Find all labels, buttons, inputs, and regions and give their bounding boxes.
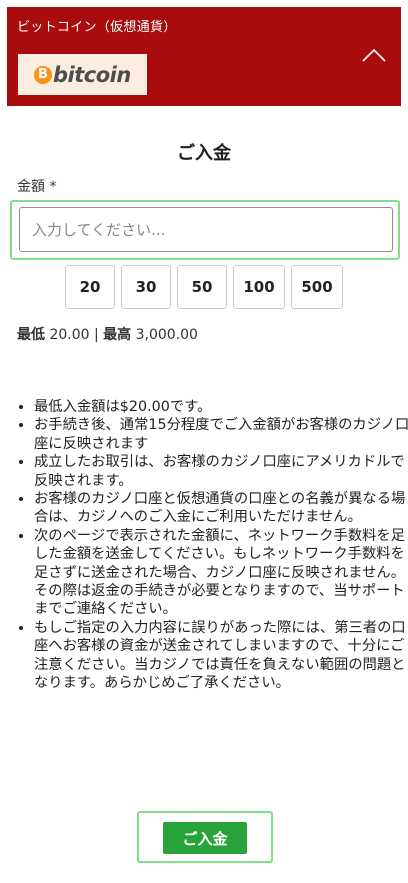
deposit-limits: 最低 20.00 | 最高 3,000.00 — [17, 324, 198, 344]
bitcoin-coin-icon: B — [34, 65, 52, 84]
bitcoin-logo-text: bitcoin — [53, 62, 131, 87]
payment-method-header[interactable]: ビットコイン（仮想通貨） B bitcoin — [7, 7, 401, 106]
amount-input[interactable] — [19, 207, 393, 252]
amount-label: 金額 * — [17, 179, 57, 195]
min-label: 最低 — [17, 327, 45, 343]
preset-button-30[interactable]: 30 — [121, 265, 171, 309]
note-item: 最低入金額は$20.00です。 — [34, 398, 408, 416]
note-item: 成立したお取引は、お客様のカジノ口座にアメリカドルで反映されます。 — [34, 453, 408, 490]
payment-method-title: ビットコイン（仮想通貨） — [17, 20, 177, 35]
chevron-up-icon[interactable] — [361, 47, 387, 63]
note-item: もしご指定の入力内容に誤りがあった際には、第三者の口座へお客様の資金が送金されて… — [34, 619, 408, 693]
bitcoin-logo: B bitcoin — [18, 54, 147, 95]
deposit-submit-button[interactable]: ご入金 — [163, 822, 247, 854]
max-label: 最高 — [103, 327, 132, 343]
preset-button-100[interactable]: 100 — [233, 265, 285, 309]
note-item: お手続き後、通常15分程度でご入金額がお客様のカジノ口座に反映されます — [34, 416, 408, 453]
preset-button-500[interactable]: 500 — [291, 265, 343, 309]
min-value: 20.00 — [49, 327, 90, 343]
note-item: お客様のカジノ口座と仮想通貨の口座との名義が異なる場合は、カジノへのご入金にご利… — [34, 490, 408, 527]
limit-separator: | — [94, 327, 99, 343]
preset-button-50[interactable]: 50 — [177, 265, 227, 309]
note-item: 次のページで表示された金額に、ネットワーク手数料を足した金額を送金してください。… — [34, 527, 408, 619]
preset-amounts: 20 30 50 100 500 — [0, 265, 408, 309]
deposit-notes: 最低入金額は$20.00です。 お手続き後、通常15分程度でご入金額がお客様のカ… — [14, 398, 408, 693]
max-value: 3,000.00 — [135, 327, 198, 343]
preset-button-20[interactable]: 20 — [65, 265, 115, 309]
deposit-title: ご入金 — [177, 143, 231, 164]
